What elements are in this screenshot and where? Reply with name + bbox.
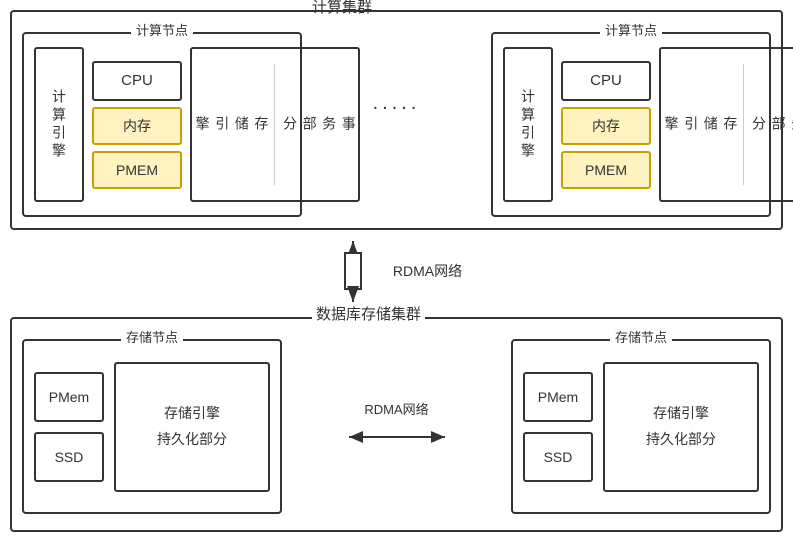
ssd-left: SSD [34,432,104,482]
cpu-box-right: CPU [561,61,651,101]
pmem-ssd-col-right: PMem SSD [523,372,593,482]
storage-node-left: 存储节点 PMem SSD 存储引擎持久化部分 [22,339,282,514]
compute-cluster: 计算集群 ..... 计算节点 计算引擎 CPU 内存 PMEM 存储引擎 事务… [10,10,783,230]
cpu-mem-col-left: CPU 内存 PMEM [92,61,182,189]
cn-inner-right: 计算引擎 CPU 内存 PMEM 存储引擎 事务部分 [493,34,769,215]
storage-cluster: 数据库存储集群 存储节点 PMem SSD 存储引擎持久化部分 存储节点 PMe… [10,317,783,532]
pmem-ssd-col-left: PMem SSD [34,372,104,482]
cpu-box-left: CPU [92,61,182,101]
storage-engine-persist-right: 存储引擎持久化部分 [603,362,759,492]
rdma-arrow-top [331,239,375,304]
events-text-right: 事务部分 [748,116,793,134]
dots: ..... [373,92,421,115]
storage-engine-persist-left: 存储引擎持久化部分 [114,362,270,492]
storage-cluster-label: 数据库存储集群 [312,303,425,324]
cpu-mem-col-right: CPU 内存 PMEM [561,61,651,189]
compute-engine-right: 计算引擎 [503,47,553,202]
compute-cluster-label: 计算集群 [312,0,372,17]
cn-inner-left: 计算引擎 CPU 内存 PMEM 存储引擎 事务部分 [24,34,300,215]
compute-node-left: 计算节点 计算引擎 CPU 内存 PMEM 存储引擎 事务部分 [22,32,302,217]
pmem-sn-right: PMem [523,372,593,422]
pmem-box-right: PMEM [561,151,651,189]
mem-box-right: 内存 [561,107,651,145]
storage-node-right: 存储节点 PMem SSD 存储引擎持久化部分 [511,339,771,514]
mem-box-left: 内存 [92,107,182,145]
rdma-arrow-svg [331,239,375,304]
compute-node-right: 计算节点 计算引擎 CPU 内存 PMEM 存储引擎 事务部分 [491,32,771,217]
compute-engine-left: 计算引擎 [34,47,84,202]
main-container: 计算集群 ..... 计算节点 计算引擎 CPU 内存 PMEM 存储引擎 事务… [0,0,793,542]
events-text-left: 事务部分 [279,116,357,134]
rdma-section-top: RDMA网络 [0,236,793,306]
storage-events-col-left: 存储引擎 事务部分 [190,47,360,202]
pmem-sn-left: PMem [34,372,104,422]
ssd-right: SSD [523,432,593,482]
rdma-middle-label: RDMA网络 [364,399,428,418]
rdma-top-label: RDMA网络 [393,261,462,281]
rdma-horiz-arrow [347,422,447,452]
sn-inner-left: PMem SSD 存储引擎持久化部分 [24,341,280,512]
sn-inner-right: PMem SSD 存储引擎持久化部分 [513,341,769,512]
storage-events-col-right: 存储引擎 事务部分 [659,47,793,202]
rdma-middle: RDMA网络 [347,399,447,452]
storage-text-left: 存储引擎 [192,116,270,134]
pmem-box-left: PMEM [92,151,182,189]
storage-text-right: 存储引擎 [661,116,739,134]
